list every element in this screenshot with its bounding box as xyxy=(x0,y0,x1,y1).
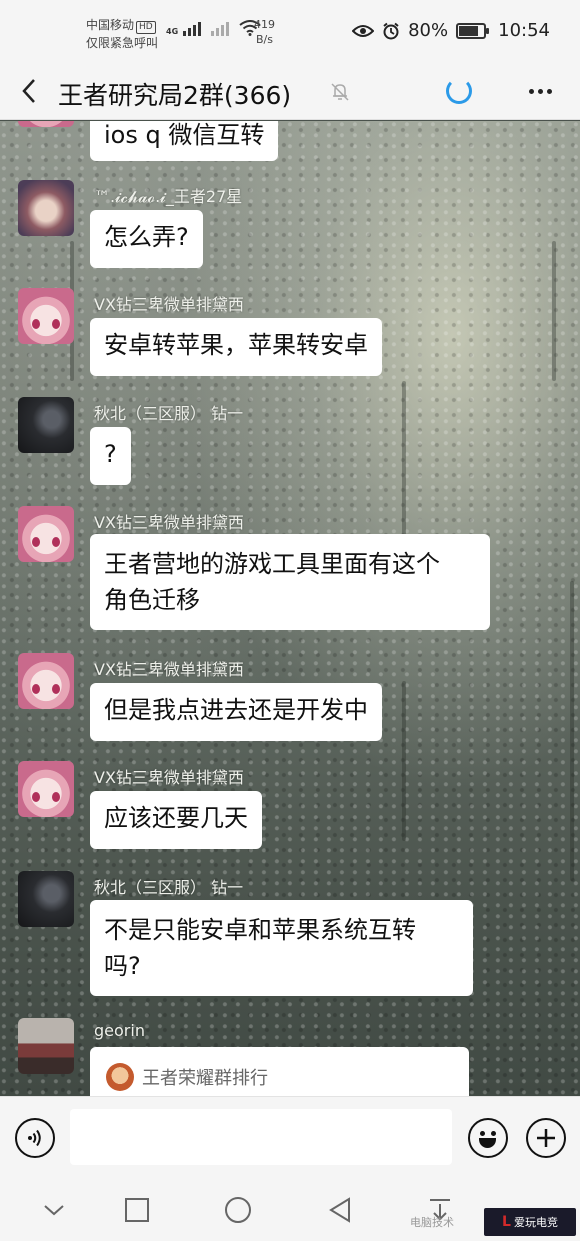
message-text: ? xyxy=(104,440,117,468)
alarm-icon xyxy=(383,22,399,39)
message-text: 安卓转苹果，苹果转安卓 xyxy=(104,331,368,359)
network-icons: 4G xyxy=(166,20,261,36)
carrier-info: 中国移动 HD 仅限紧急呼叫 xyxy=(86,16,158,52)
sender-name: georin xyxy=(94,1021,145,1040)
circle-icon xyxy=(225,1197,251,1223)
clock: 10:54 xyxy=(498,20,550,41)
sender-name: 秋北（三区服） 钻一 xyxy=(94,404,244,423)
message-bubble[interactable]: 安卓转苹果，苹果转安卓 xyxy=(90,318,382,376)
network-speed: 419 B/s xyxy=(254,17,275,47)
message-bubble[interactable]: ios q 微信互转 xyxy=(90,121,279,161)
page-title: 王者研究局2群(366) xyxy=(58,81,292,110)
message-bubble[interactable]: 不是只能安卓和苹果系统互转 吗? xyxy=(90,900,473,996)
watermark-logo: L 爱玩电竞 xyxy=(484,1208,576,1236)
avatar[interactable] xyxy=(18,761,74,817)
avatar[interactable] xyxy=(18,288,74,344)
watermark-mark: L xyxy=(502,1214,511,1230)
more-button[interactable] xyxy=(524,76,556,106)
sender-name: VX钻三卑微单排黛西 xyxy=(94,768,244,787)
signal-icon-2 xyxy=(211,22,230,36)
sender-name: VX钻三卑微单排黛西 xyxy=(94,513,244,532)
watermark-faint: 电脑技术 xyxy=(410,1216,454,1229)
sender-name: VX钻三卑微单排黛西 xyxy=(94,660,244,679)
avatar[interactable] xyxy=(18,1018,74,1074)
message-bubble[interactable]: ? xyxy=(90,427,131,485)
avatar[interactable] xyxy=(18,653,74,709)
nav-back-button[interactable] xyxy=(322,1192,358,1228)
speed-value: 419 xyxy=(254,18,275,31)
sender-name: VX钻三卑微单排黛西 xyxy=(94,295,244,314)
loading-spinner-icon xyxy=(446,78,472,104)
triangle-back-icon xyxy=(329,1197,350,1223)
back-button[interactable] xyxy=(14,76,44,106)
sender-name: ™.𝓲𝓬𝓱𝓪𝓸.𝓲_王者27星 xyxy=(94,187,243,206)
status-bar: 中国移动 HD 仅限紧急呼叫 4G 419 B/s 80% 10:54 xyxy=(0,0,580,64)
message-text: ios q 微信互转 xyxy=(104,121,265,149)
watermark-text: 爱玩电竞 xyxy=(513,1216,558,1229)
message-bubble[interactable]: 但是我点进去还是开发中 xyxy=(90,683,382,741)
chevron-down-icon xyxy=(44,1205,64,1216)
eye-icon xyxy=(352,24,375,37)
message-bubble[interactable]: 王者营地的游戏工具里面有这个 角色迁移 xyxy=(90,534,490,630)
emergency-text: 仅限紧急呼叫 xyxy=(86,36,159,50)
avatar[interactable] xyxy=(18,180,74,236)
voice-button[interactable] xyxy=(15,1118,55,1158)
message-bubble[interactable]: 应该还要几天 xyxy=(90,791,262,849)
message-input[interactable] xyxy=(70,1109,452,1165)
input-bar xyxy=(0,1096,580,1180)
chat-message-list[interactable]: ios q 微信互转 ™.𝓲𝓬𝓱𝓪𝓸.𝓲_王者27星 怎么弄? VX钻三卑微单排… xyxy=(0,121,580,1096)
message-text-line: 王者营地的游戏工具里面有这个 xyxy=(104,550,440,578)
plus-icon xyxy=(537,1129,555,1147)
chevron-left-icon xyxy=(22,79,35,103)
status-right: 80% 10:54 xyxy=(352,20,550,41)
shared-card[interactable]: 王者荣耀群排行 xyxy=(90,1047,469,1096)
bell-muted-icon xyxy=(331,83,349,101)
signal-icon xyxy=(183,22,202,36)
battery-percent: 80% xyxy=(408,20,449,41)
nav-home-button[interactable] xyxy=(220,1192,256,1228)
avatar[interactable] xyxy=(18,121,74,127)
voice-icon xyxy=(28,1129,41,1147)
message-text-line: 吗? xyxy=(104,952,141,980)
network-type: 4G xyxy=(166,27,179,36)
avatar[interactable] xyxy=(18,397,74,453)
game-icon xyxy=(106,1063,134,1091)
chat-header: 王者研究局2群(366) xyxy=(0,64,580,120)
avatar[interactable] xyxy=(18,871,74,927)
message-text-line: 角色迁移 xyxy=(104,586,200,614)
message-text: 但是我点进去还是开发中 xyxy=(104,696,368,724)
add-button[interactable] xyxy=(526,1118,566,1158)
card-title: 王者荣耀群排行 xyxy=(142,1068,268,1089)
nav-recents-button[interactable] xyxy=(119,1192,155,1228)
carrier-name: 中国移动 xyxy=(86,18,135,32)
battery-icon xyxy=(456,22,490,39)
speed-unit: B/s xyxy=(256,33,273,46)
square-icon xyxy=(125,1198,149,1222)
message-text: 应该还要几天 xyxy=(104,804,248,832)
sender-name: 秋北（三区服） 钻一 xyxy=(94,878,244,897)
hd-badge: HD xyxy=(136,21,156,34)
emoji-button[interactable] xyxy=(468,1118,508,1158)
avatar[interactable] xyxy=(18,506,74,562)
message-text-line: 不是只能安卓和苹果系统互转 xyxy=(104,916,416,944)
emoji-icon xyxy=(480,1131,485,1136)
message-text: 怎么弄? xyxy=(104,223,189,251)
nav-hide-button[interactable] xyxy=(36,1192,72,1228)
message-bubble[interactable]: 怎么弄? xyxy=(90,210,203,268)
